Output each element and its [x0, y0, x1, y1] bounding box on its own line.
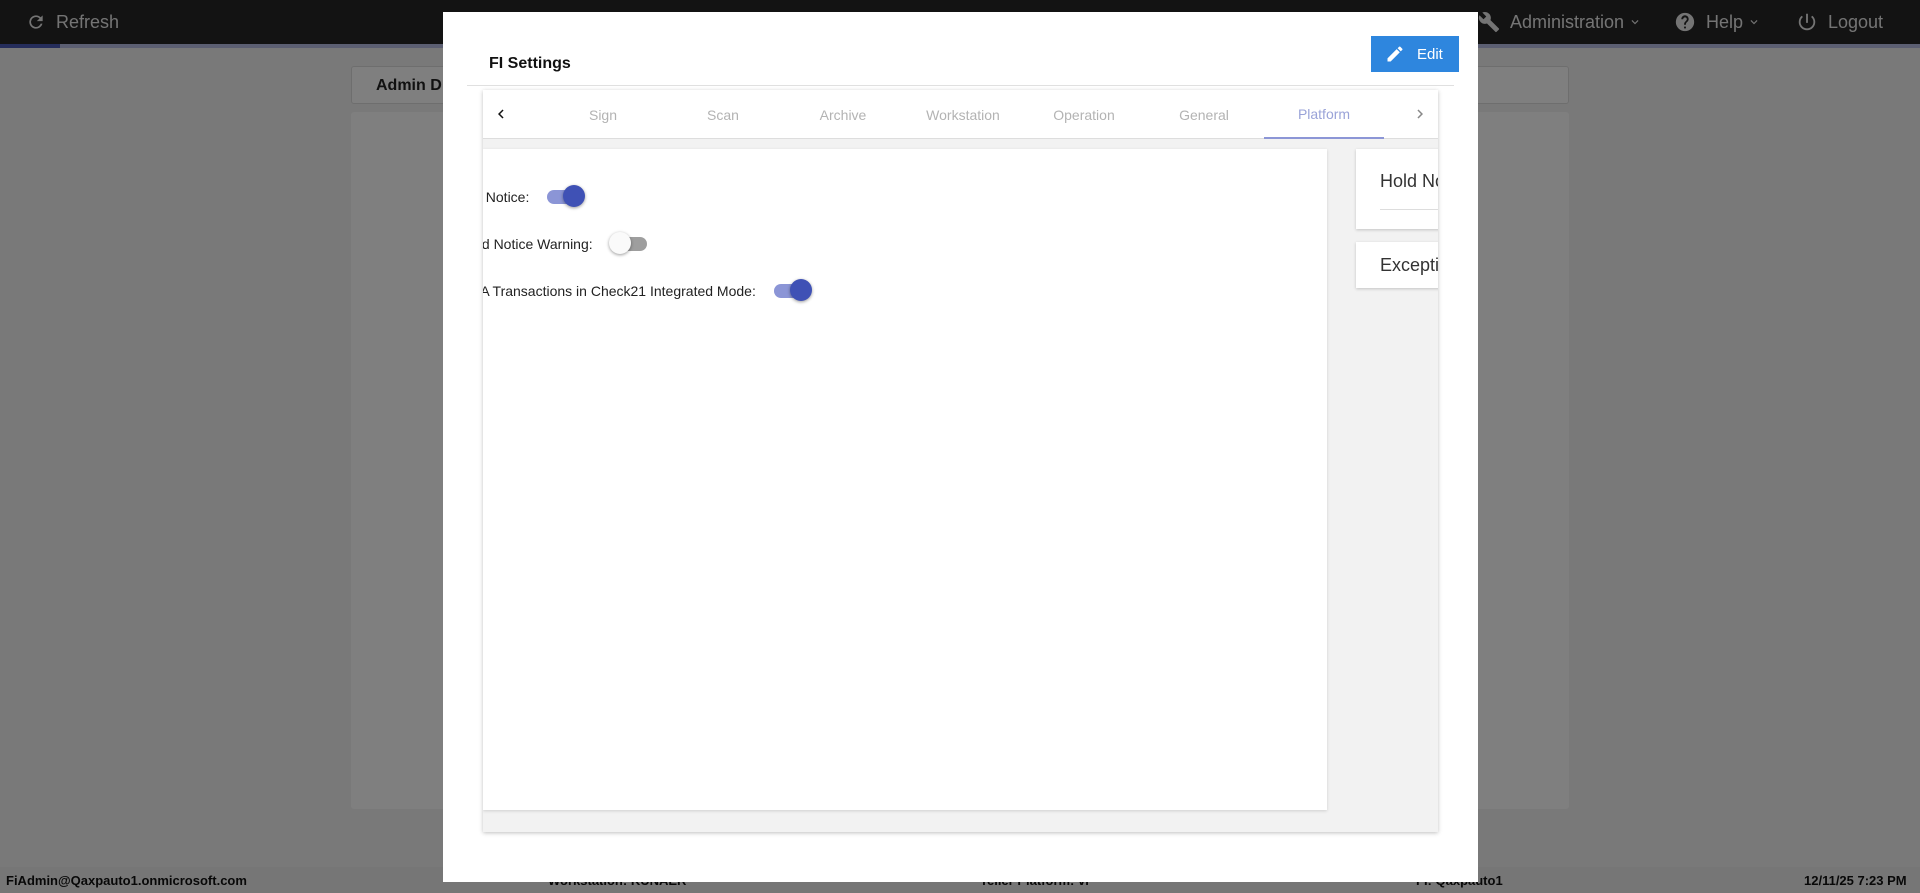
tab-workstation[interactable]: Workstation — [903, 90, 1023, 139]
tab-platform[interactable]: Platform — [1264, 90, 1384, 139]
setting-row-hold-notice-warning: old Notice Warning: — [483, 231, 647, 257]
setting-label: old Notice Warning: — [483, 236, 593, 252]
tab-sign[interactable]: Sign — [543, 90, 663, 139]
hold-notice-toggle[interactable] — [547, 185, 586, 207]
tab-general[interactable]: General — [1144, 90, 1264, 139]
side-card-exceptions[interactable]: Exceptio — [1356, 242, 1438, 288]
side-card-label: Hold No — [1380, 171, 1438, 191]
tab-scan[interactable]: Scan — [663, 90, 783, 139]
edit-label: Edit — [1417, 45, 1443, 63]
platform-settings-panel: ld Notice: old Notice Warning: BA Transa… — [483, 149, 1327, 810]
tab-operation[interactable]: Operation — [1024, 90, 1144, 139]
fi-settings-dialog: FI Settings Edit Sign Scan Archive Works… — [443, 12, 1478, 882]
setting-row-check21-integrated-mode: BA Transactions in Check21 Integrated Mo… — [483, 278, 812, 304]
tab-scroll-left-button[interactable] — [489, 102, 513, 126]
dialog-header: FI Settings — [467, 34, 1454, 86]
chevron-left-icon — [498, 109, 504, 119]
edit-button[interactable]: Edit — [1371, 36, 1459, 72]
hold-notice-warning-toggle[interactable] — [608, 232, 647, 254]
check21-integrated-mode-toggle[interactable] — [773, 279, 812, 301]
side-card-label: Exceptio — [1380, 255, 1438, 275]
setting-label: BA Transactions in Check21 Integrated Mo… — [483, 283, 756, 299]
pencil-icon — [1387, 46, 1403, 62]
settings-card: Sign Scan Archive Workstation Operation … — [483, 90, 1438, 832]
setting-label: ld Notice: — [483, 189, 530, 205]
tab-archive[interactable]: Archive — [783, 90, 903, 139]
toggle-knob — [608, 232, 631, 254]
chevron-right-icon — [1417, 109, 1423, 119]
dialog-title: FI Settings — [489, 55, 571, 72]
side-card-hold-notice[interactable]: Hold No — [1356, 149, 1438, 229]
side-card-divider — [1380, 209, 1438, 210]
toggle-knob — [563, 185, 586, 207]
settings-tabs: Sign Scan Archive Workstation Operation … — [483, 90, 1438, 139]
toggle-knob — [789, 279, 812, 301]
setting-row-hold-notice: ld Notice: — [483, 184, 586, 210]
tab-scroll-right-button[interactable] — [1408, 102, 1432, 126]
